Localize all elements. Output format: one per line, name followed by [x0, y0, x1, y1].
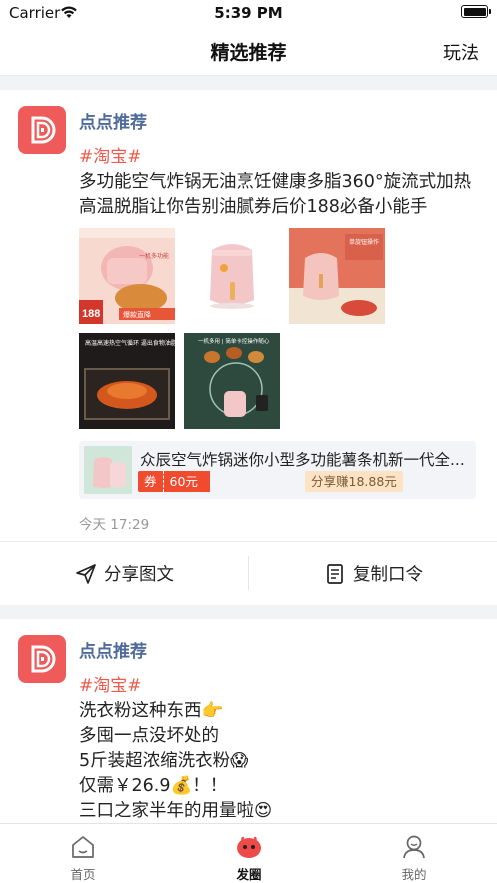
brand-logo-icon: [31, 116, 56, 144]
post-image-5[interactable]: 一机多用 | 简单卡控操作随心: [184, 333, 280, 429]
avatar[interactable]: [18, 635, 66, 683]
image-1-tag: 爆款直降: [123, 310, 151, 319]
post-tag[interactable]: #淘宝#: [79, 142, 142, 167]
page-title: 精选推荐: [210, 42, 287, 64]
tab-circle[interactable]: 发圈: [166, 824, 332, 883]
post-text-line: 三口之家半年的用量啦😍: [79, 801, 273, 821]
post-image-4[interactable]: 高温高速热空气循环 逼出食物油脂进行烹饪: [79, 333, 175, 429]
post-text-line: 5斤装超浓缩洗衣粉😱: [79, 751, 249, 771]
coupon-value: 60元: [162, 471, 210, 492]
product-thumbnail: [84, 446, 132, 494]
product-title: 众辰空气炸锅迷你小型多功能薯条机新一代全...: [140, 451, 465, 469]
image-1-caption: 一机多功能: [139, 252, 169, 260]
share-earn-badge: 分享赚18.88元: [305, 471, 403, 492]
copy-code-label: 复制口令: [353, 565, 423, 585]
share-post-label: 分享图文: [104, 565, 174, 585]
post-text: 洗衣粉这种东西👉 多囤一点没坏处的 5斤装超浓缩洗衣粉😱 仅需￥26.9💰！！ …: [79, 699, 479, 824]
product-card[interactable]: 众辰空气炸锅迷你小型多功能薯条机新一代全... 券 60元 分享赚18.88元: [79, 441, 476, 499]
brand-logo-icon: [31, 645, 56, 673]
post-time: 今天 17:29: [79, 517, 150, 533]
battery-icon: [461, 5, 491, 18]
status-bar: Carrier 5:39 PM: [0, 0, 497, 26]
post-text-line: 多囤一点没坏处的: [79, 726, 219, 746]
coupon-label: 券: [138, 471, 163, 492]
tab-home[interactable]: 首页: [0, 824, 166, 883]
copy-code-button[interactable]: 复制口令: [249, 542, 497, 605]
post-text-line: 洗衣粉这种东西👉: [79, 701, 224, 721]
post-text: 多功能空气炸锅无油烹饪健康多脂360°旋流式加热高温脱脂让你告别油腻券后价188…: [79, 172, 472, 217]
status-time: 5:39 PM: [214, 4, 283, 22]
coupon-badge: 券 60元: [138, 471, 210, 492]
post-image-3[interactable]: 单旋钮操作: [289, 228, 385, 324]
post-image-2[interactable]: [184, 228, 280, 324]
send-icon: [76, 563, 96, 584]
image-1-price: 188: [82, 308, 100, 320]
post-author[interactable]: 点点推荐: [79, 108, 147, 133]
tab-bar: 首页 发圈 我的: [0, 823, 497, 883]
profile-icon: [403, 835, 425, 859]
image-4-caption: 高温高速热空气循环 逼出食物油脂进行烹饪: [85, 339, 175, 347]
document-icon: [327, 563, 343, 584]
tab-profile[interactable]: 我的: [331, 824, 497, 883]
tab-circle-label: 发圈: [236, 867, 262, 882]
post-author[interactable]: 点点推荐: [79, 637, 147, 662]
avatar[interactable]: [18, 106, 66, 154]
post-text-line: 仅需￥26.9💰！！: [79, 776, 228, 796]
tab-profile-label: 我的: [401, 867, 427, 882]
rules-button[interactable]: 玩法: [443, 39, 479, 65]
home-icon: [72, 836, 94, 858]
tab-home-label: 首页: [70, 867, 96, 882]
share-post-button[interactable]: 分享图文: [0, 542, 248, 605]
post-card: 点点推荐 #淘宝# 多功能空气炸锅无油烹饪健康多脂360°旋流式加热高温脱脂让你…: [0, 90, 497, 605]
image-3-caption: 单旋钮操作: [349, 238, 379, 246]
image-5-caption: 一机多用 | 简单卡控操作随心: [198, 337, 270, 345]
circle-icon: [237, 836, 261, 858]
nav-bar: 精选推荐 玩法: [0, 26, 497, 76]
post-card: 点点推荐 #淘宝# 洗衣粉这种东西👉 多囤一点没坏处的 5斤装超浓缩洗衣粉😱 仅…: [0, 619, 497, 823]
post-image-1[interactable]: 188 爆款直降 一机多功能: [79, 228, 175, 324]
post-tag[interactable]: #淘宝#: [79, 671, 142, 696]
